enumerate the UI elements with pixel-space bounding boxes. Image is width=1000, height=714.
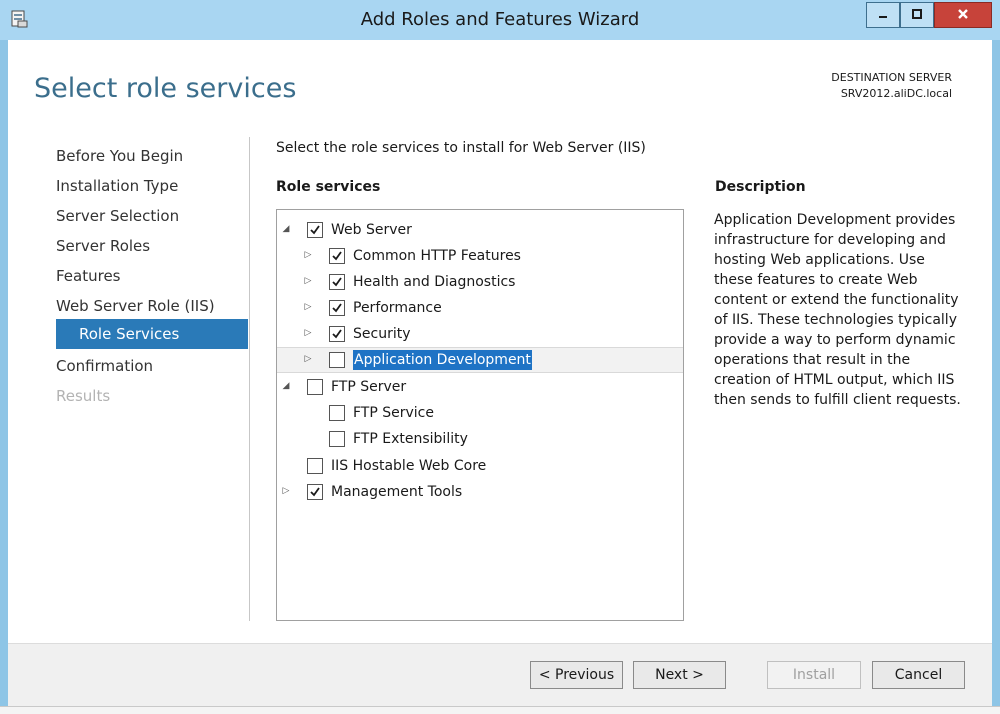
- nav-item-web-server-role[interactable]: Web Server Role (IIS): [56, 293, 215, 319]
- close-button[interactable]: [934, 2, 992, 28]
- previous-button[interactable]: < Previous: [530, 661, 623, 689]
- wizard-client-area: Select role services DESTINATION SERVER …: [8, 40, 992, 706]
- checkbox-health-diagnostics[interactable]: [329, 274, 345, 290]
- collapsed-arrow-icon[interactable]: ▷: [303, 276, 313, 286]
- title-bar[interactable]: Add Roles and Features Wizard: [0, 0, 1000, 40]
- checkbox-common-http[interactable]: [329, 248, 345, 264]
- tree-label: FTP Extensibility: [353, 431, 468, 447]
- tree-row-security[interactable]: ▷ Security: [277, 321, 683, 347]
- wizard-window: Add Roles and Features Wizard Select rol…: [0, 0, 1000, 714]
- tree-row-ftp-service[interactable]: FTP Service: [277, 400, 683, 426]
- collapsed-arrow-icon[interactable]: ▷: [281, 486, 291, 496]
- nav-item-server-selection[interactable]: Server Selection: [56, 203, 179, 229]
- destination-value: SRV2012.aliDC.local: [840, 87, 952, 100]
- tree-label: IIS Hostable Web Core: [331, 458, 487, 474]
- tree-label: Common HTTP Features: [353, 248, 521, 264]
- tree-row-ftp-extensibility[interactable]: FTP Extensibility: [277, 426, 683, 452]
- cancel-button[interactable]: Cancel: [872, 661, 965, 689]
- collapsed-arrow-icon[interactable]: ▷: [303, 354, 313, 364]
- role-services-tree[interactable]: ◢ Web Server ▷ Common HTTP Features ▷ He…: [276, 209, 684, 621]
- window-title: Add Roles and Features Wizard: [360, 9, 640, 30]
- nav-item-before-you-begin[interactable]: Before You Begin: [56, 143, 183, 169]
- tree-label: Performance: [353, 300, 442, 316]
- tree-label: FTP Service: [353, 405, 434, 421]
- maximize-icon: [910, 6, 924, 25]
- wizard-footer: < Previous Next > Install Cancel: [8, 643, 992, 706]
- nav-item-role-services[interactable]: Role Services: [56, 319, 248, 349]
- checkbox-performance[interactable]: [329, 300, 345, 316]
- tree-label: Security: [353, 326, 411, 342]
- destination-label: DESTINATION SERVER: [831, 71, 952, 84]
- nav-item-results: Results: [56, 387, 111, 405]
- tree-row-health-diagnostics[interactable]: ▷ Health and Diagnostics: [277, 269, 683, 295]
- checkbox-application-development[interactable]: [329, 352, 345, 368]
- checkbox-management-tools[interactable]: [307, 484, 323, 500]
- tree-label: Health and Diagnostics: [353, 274, 516, 290]
- tree-row-management-tools[interactable]: ▷ Management Tools: [277, 479, 683, 505]
- page-title: Select role services: [34, 73, 297, 104]
- background-window-strip: [0, 706, 1000, 714]
- tree-row-ftp-server[interactable]: ◢ FTP Server: [277, 374, 683, 400]
- close-icon: [956, 6, 970, 25]
- maximize-button[interactable]: [900, 2, 934, 28]
- tree-label: Management Tools: [331, 484, 463, 500]
- checkbox-web-server[interactable]: [307, 222, 323, 238]
- tree-row-performance[interactable]: ▷ Performance: [277, 295, 683, 321]
- collapsed-arrow-icon[interactable]: ▷: [303, 250, 313, 260]
- collapsed-arrow-icon[interactable]: ▷: [303, 328, 313, 338]
- install-button: Install: [767, 661, 861, 689]
- tree-label: Web Server: [331, 222, 412, 238]
- description-heading: Description: [715, 179, 806, 195]
- nav-item-features[interactable]: Features: [56, 263, 121, 289]
- checkbox-ftp-server[interactable]: [307, 379, 323, 395]
- expanded-arrow-icon[interactable]: ◢: [281, 381, 291, 391]
- minimize-icon: [876, 6, 890, 25]
- checkbox-security[interactable]: [329, 326, 345, 342]
- description-text: Application Development provides infrast…: [714, 212, 961, 408]
- nav-item-installation-type[interactable]: Installation Type: [56, 173, 178, 199]
- nav-divider: [249, 137, 250, 621]
- minimize-button[interactable]: [866, 2, 900, 28]
- checkbox-ftp-service[interactable]: [329, 405, 345, 421]
- checkbox-iis-hostable-web-core[interactable]: [307, 458, 323, 474]
- role-services-heading: Role services: [276, 179, 381, 195]
- tree-row-web-server[interactable]: ◢ Web Server: [277, 217, 683, 243]
- tree-row-application-development[interactable]: ▷ Application Development: [277, 347, 683, 373]
- nav-item-confirmation[interactable]: Confirmation: [56, 353, 153, 379]
- checkbox-ftp-extensibility[interactable]: [329, 431, 345, 447]
- tree-label-selected: Application Development: [353, 350, 532, 370]
- collapsed-arrow-icon[interactable]: ▷: [303, 302, 313, 312]
- tree-row-iis-hostable-web-core[interactable]: IIS Hostable Web Core: [277, 453, 683, 479]
- nav-item-server-roles[interactable]: Server Roles: [56, 233, 150, 259]
- instruction-text: Select the role services to install for …: [276, 140, 646, 156]
- tree-row-common-http[interactable]: ▷ Common HTTP Features: [277, 243, 683, 269]
- expanded-arrow-icon[interactable]: ◢: [281, 224, 291, 234]
- next-button[interactable]: Next >: [633, 661, 726, 689]
- destination-server: DESTINATION SERVER SRV2012.aliDC.local: [831, 70, 952, 102]
- tree-label: FTP Server: [331, 379, 407, 395]
